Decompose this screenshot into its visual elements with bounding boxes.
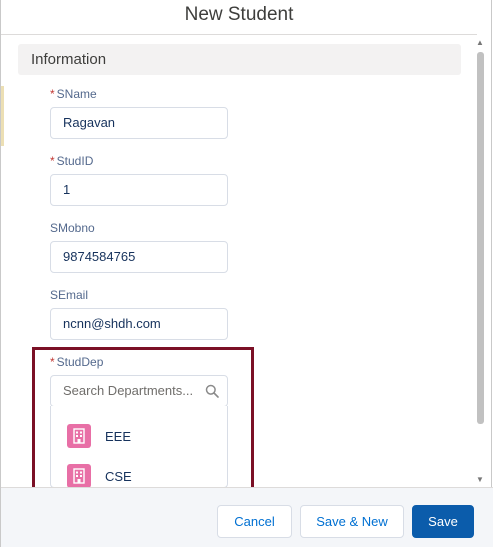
required-asterisk: * (50, 87, 55, 101)
save-and-new-button[interactable]: Save & New (300, 505, 404, 538)
sname-label: * SName (50, 86, 228, 102)
section-header-information[interactable]: Information (18, 44, 461, 75)
annotation-highlight-box (32, 347, 254, 501)
smobno-field: SMobno 9874584765 (50, 220, 228, 273)
background-strip (1, 86, 4, 146)
modal-title: New Student (184, 4, 294, 25)
scroll-up-arrow-icon[interactable]: ▲ (476, 38, 484, 47)
cancel-button[interactable]: Cancel (217, 505, 292, 538)
modal-footer: Cancel Save & New Save (1, 487, 493, 547)
semail-field: SEmail ncnn@shdh.com (50, 287, 228, 340)
scrollbar-thumb[interactable] (477, 52, 484, 424)
smobno-label: SMobno (50, 221, 95, 235)
semail-label: SEmail (50, 288, 89, 302)
required-asterisk: * (50, 154, 55, 168)
studid-field: * StudID 1 (50, 153, 228, 206)
sname-label-text: SName (56, 87, 97, 101)
new-student-modal: New Student ▲ ▼ Information * SName Ragav… (0, 0, 493, 547)
sname-input[interactable]: Ragavan (50, 107, 228, 139)
studid-input[interactable]: 1 (50, 174, 228, 206)
save-button[interactable]: Save (412, 505, 474, 538)
smobno-input[interactable]: 9874584765 (50, 241, 228, 273)
studid-label-text: StudID (56, 154, 94, 168)
scrollbar[interactable]: ▲ ▼ (474, 36, 486, 484)
header-divider (1, 34, 477, 35)
semail-input[interactable]: ncnn@shdh.com (50, 308, 228, 340)
sname-field: * SName Ragavan (50, 86, 228, 139)
scroll-down-arrow-icon[interactable]: ▼ (476, 475, 484, 484)
studid-label: * StudID (50, 153, 228, 169)
